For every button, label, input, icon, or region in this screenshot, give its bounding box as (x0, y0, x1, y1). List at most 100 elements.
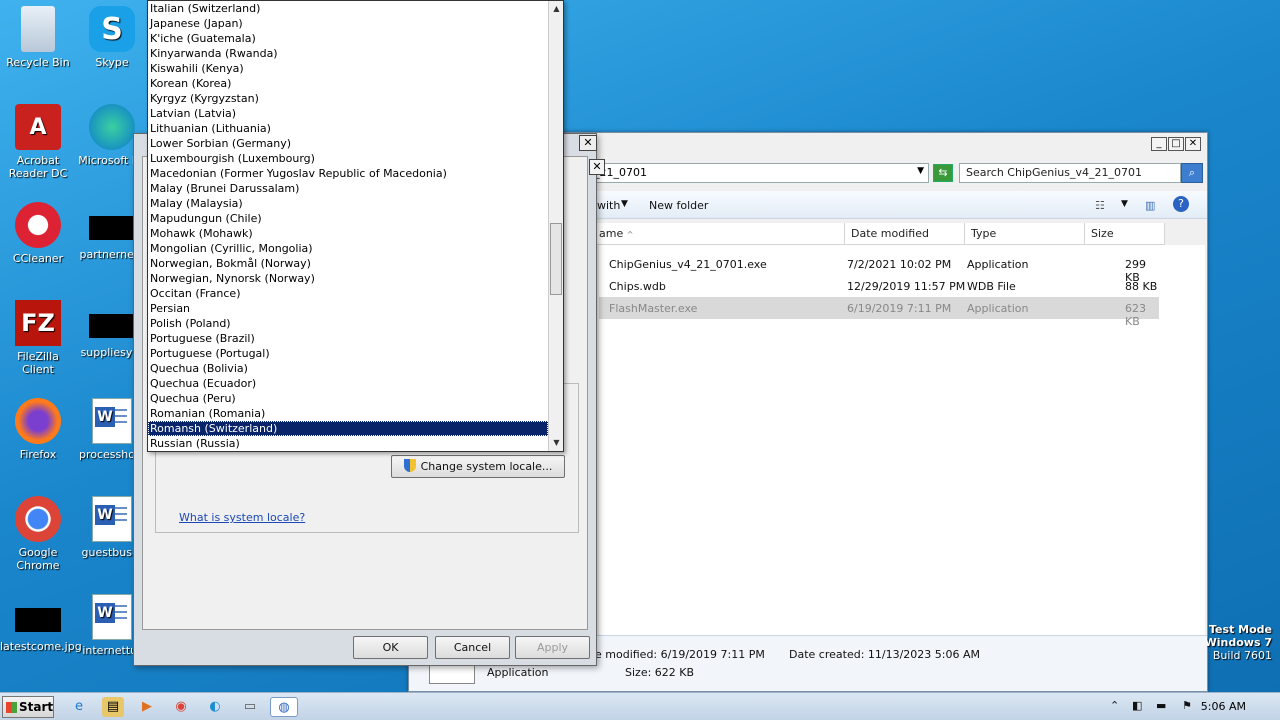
uac-shield-icon (403, 459, 416, 472)
desktop-icon[interactable]: FZ FileZilla Client (0, 300, 76, 376)
locale-option[interactable]: Norwegian, Bokmål (Norway) (148, 256, 548, 271)
locale-option[interactable]: Romanian (Romania) (148, 406, 548, 421)
locale-option[interactable]: Portuguese (Brazil) (148, 331, 548, 346)
new-folder-button[interactable]: New folder (649, 199, 708, 212)
locale-option[interactable]: Italian (Switzerland) (148, 1, 548, 16)
chrome-taskbar-icon[interactable]: ◉ (170, 697, 192, 717)
start-button[interactable]: Start (2, 696, 54, 718)
locale-option[interactable]: Polish (Poland) (148, 316, 548, 331)
chevron-down-icon[interactable]: ▼ (1121, 199, 1128, 209)
refresh-icon[interactable]: ⇆ (933, 164, 953, 182)
locale-option[interactable]: Lower Sorbian (Germany) (148, 136, 548, 151)
locale-dropdown-list[interactable]: Italian (Switzerland) Japanese (Japan) K'i… (147, 0, 564, 452)
dropdown-scrollbar[interactable]: ▲ ▼ (548, 1, 563, 451)
scroll-down-icon[interactable]: ▼ (550, 436, 563, 450)
ccleaner-icon (15, 202, 61, 248)
maximize-button[interactable]: □ (1168, 137, 1184, 151)
desktop-icon[interactable]: Google Chrome (0, 496, 76, 572)
network-icon[interactable]: ◧ (1132, 699, 1142, 712)
cancel-button[interactable]: Cancel (435, 636, 510, 659)
desktop-icon[interactable]: CCleaner (0, 202, 76, 265)
locale-option[interactable]: Mapudungun (Chile) (148, 211, 548, 226)
locale-option[interactable]: Portuguese (Portugal) (148, 346, 548, 361)
flag-icon[interactable]: ⚑ (1182, 699, 1192, 712)
locale-option[interactable]: Macedonian (Former Yugoslav Republic of … (148, 166, 548, 181)
details-modified: e modified: 6/19/2019 7:11 PM (595, 648, 765, 661)
column-size[interactable]: Size (1085, 223, 1165, 245)
locale-option[interactable]: Mongolian (Cyrillic, Mongolia) (148, 241, 548, 256)
locale-option[interactable]: Kinyarwanda (Rwanda) (148, 46, 548, 61)
column-type[interactable]: Type (965, 223, 1085, 245)
explorer-taskbar-icon[interactable]: ▤ (102, 697, 124, 717)
column-name[interactable]: ame ^ (593, 223, 845, 245)
file-row[interactable]: FlashMaster.exe 6/19/2019 7:11 PM Applicat… (599, 297, 1159, 328)
locale-option[interactable]: Norwegian, Nynorsk (Norway) (148, 271, 548, 286)
change-system-locale-button[interactable]: Change system locale... (391, 455, 565, 478)
apply-button[interactable]: Apply (515, 636, 590, 659)
search-icon[interactable]: ⌕ (1181, 163, 1203, 183)
locale-option[interactable]: Korean (Korea) (148, 76, 548, 91)
dialog-close-button[interactable]: ✕ (579, 135, 597, 151)
column-date-modified[interactable]: Date modified (845, 223, 965, 245)
address-bar[interactable]: _21_0701 ▼ (589, 163, 929, 183)
region-taskbar-icon[interactable]: ◍ (270, 697, 298, 717)
locale-option[interactable]: Latvian (Latvia) (148, 106, 548, 121)
scrollbar-thumb[interactable] (550, 223, 562, 295)
locale-option[interactable]: Kiswahili (Kenya) (148, 61, 548, 76)
desktop-icon[interactable]: A Acrobat Reader DC (0, 104, 76, 180)
file-row[interactable]: Chips.wdb 12/29/2019 11:57 PM WDB File 88 K… (599, 275, 1159, 297)
ok-button[interactable]: OK (353, 636, 428, 659)
desktop-icon-label: Recycle Bin (6, 56, 70, 69)
battery-icon[interactable]: ▬ (1156, 699, 1166, 712)
file-size: 88 KB (1125, 280, 1158, 293)
file-type: WDB File (967, 280, 1016, 293)
locale-option[interactable]: Luxembourgish (Luxembourg) (148, 151, 548, 166)
open-with-button[interactable]: with (597, 199, 620, 212)
locale-option[interactable]: Japanese (Japan) (148, 16, 548, 31)
search-input[interactable]: Search ChipGenius_v4_21_0701 (959, 163, 1181, 183)
locale-option[interactable]: Quechua (Bolivia) (148, 361, 548, 376)
close-button[interactable]: ✕ (1185, 137, 1201, 151)
ie-icon[interactable]: e (68, 697, 90, 717)
locale-option[interactable]: Kyrgyz (Kyrgyzstan) (148, 91, 548, 106)
keyboard-icon[interactable]: ▭ (236, 697, 264, 717)
locale-option[interactable]: Russian (Russia) (148, 436, 548, 451)
desktop-icon[interactable]: Firefox (0, 398, 76, 461)
locale-option[interactable]: Malay (Malaysia) (148, 196, 548, 211)
view-options-icon[interactable]: ☷ (1095, 199, 1105, 212)
file-date: 6/19/2019 7:11 PM (847, 302, 952, 315)
preview-pane-icon[interactable]: ▥ (1145, 199, 1155, 212)
desktop-icon[interactable]: S Skype (74, 6, 150, 69)
locale-option[interactable]: Malay (Brunei Darussalam) (148, 181, 548, 196)
locale-option[interactable]: Romansh (Switzerland) (148, 421, 548, 436)
minimize-button[interactable]: _ (1151, 137, 1167, 151)
locale-option[interactable]: Persian (148, 301, 548, 316)
show-hidden-icons-icon[interactable]: ⌃ (1110, 699, 1119, 712)
close-icon[interactable]: ✕ (589, 159, 605, 175)
edge-taskbar-icon[interactable]: ◐ (204, 697, 226, 717)
acrobat-icon: A (15, 104, 61, 150)
file-row[interactable]: ChipGenius_v4_21_0701.exe 7/2/2021 10:02 … (599, 253, 1159, 284)
locale-option[interactable]: Lithuanian (Lithuania) (148, 121, 548, 136)
media-player-icon[interactable]: ▶ (136, 697, 158, 717)
what-is-system-locale-link[interactable]: What is system locale? (179, 511, 305, 524)
word-doc-icon (89, 398, 135, 444)
firefox-icon (15, 398, 61, 444)
help-icon[interactable]: ? (1173, 196, 1189, 212)
locale-option[interactable]: Quechua (Ecuador) (148, 376, 548, 391)
desktop-icon[interactable]: Recycle Bin (0, 6, 76, 69)
locale-option[interactable]: Mohawk (Mohawk) (148, 226, 548, 241)
locale-option[interactable]: Quechua (Peru) (148, 391, 548, 406)
locale-option[interactable]: Occitan (France) (148, 286, 548, 301)
edge-icon (89, 104, 135, 150)
word-doc-icon (89, 594, 135, 640)
chevron-down-icon[interactable]: ▼ (917, 166, 924, 176)
scroll-up-icon[interactable]: ▲ (550, 2, 563, 16)
chrome-icon (15, 496, 61, 542)
locale-option[interactable]: K'iche (Guatemala) (148, 31, 548, 46)
desktop-icon-label: Google Chrome (16, 546, 60, 572)
desktop-icon[interactable]: latestcome.jpg (0, 594, 82, 653)
clock[interactable]: 5:06 AM (1201, 700, 1246, 713)
chevron-down-icon[interactable]: ▼ (621, 199, 628, 209)
black-image-icon (89, 216, 135, 240)
